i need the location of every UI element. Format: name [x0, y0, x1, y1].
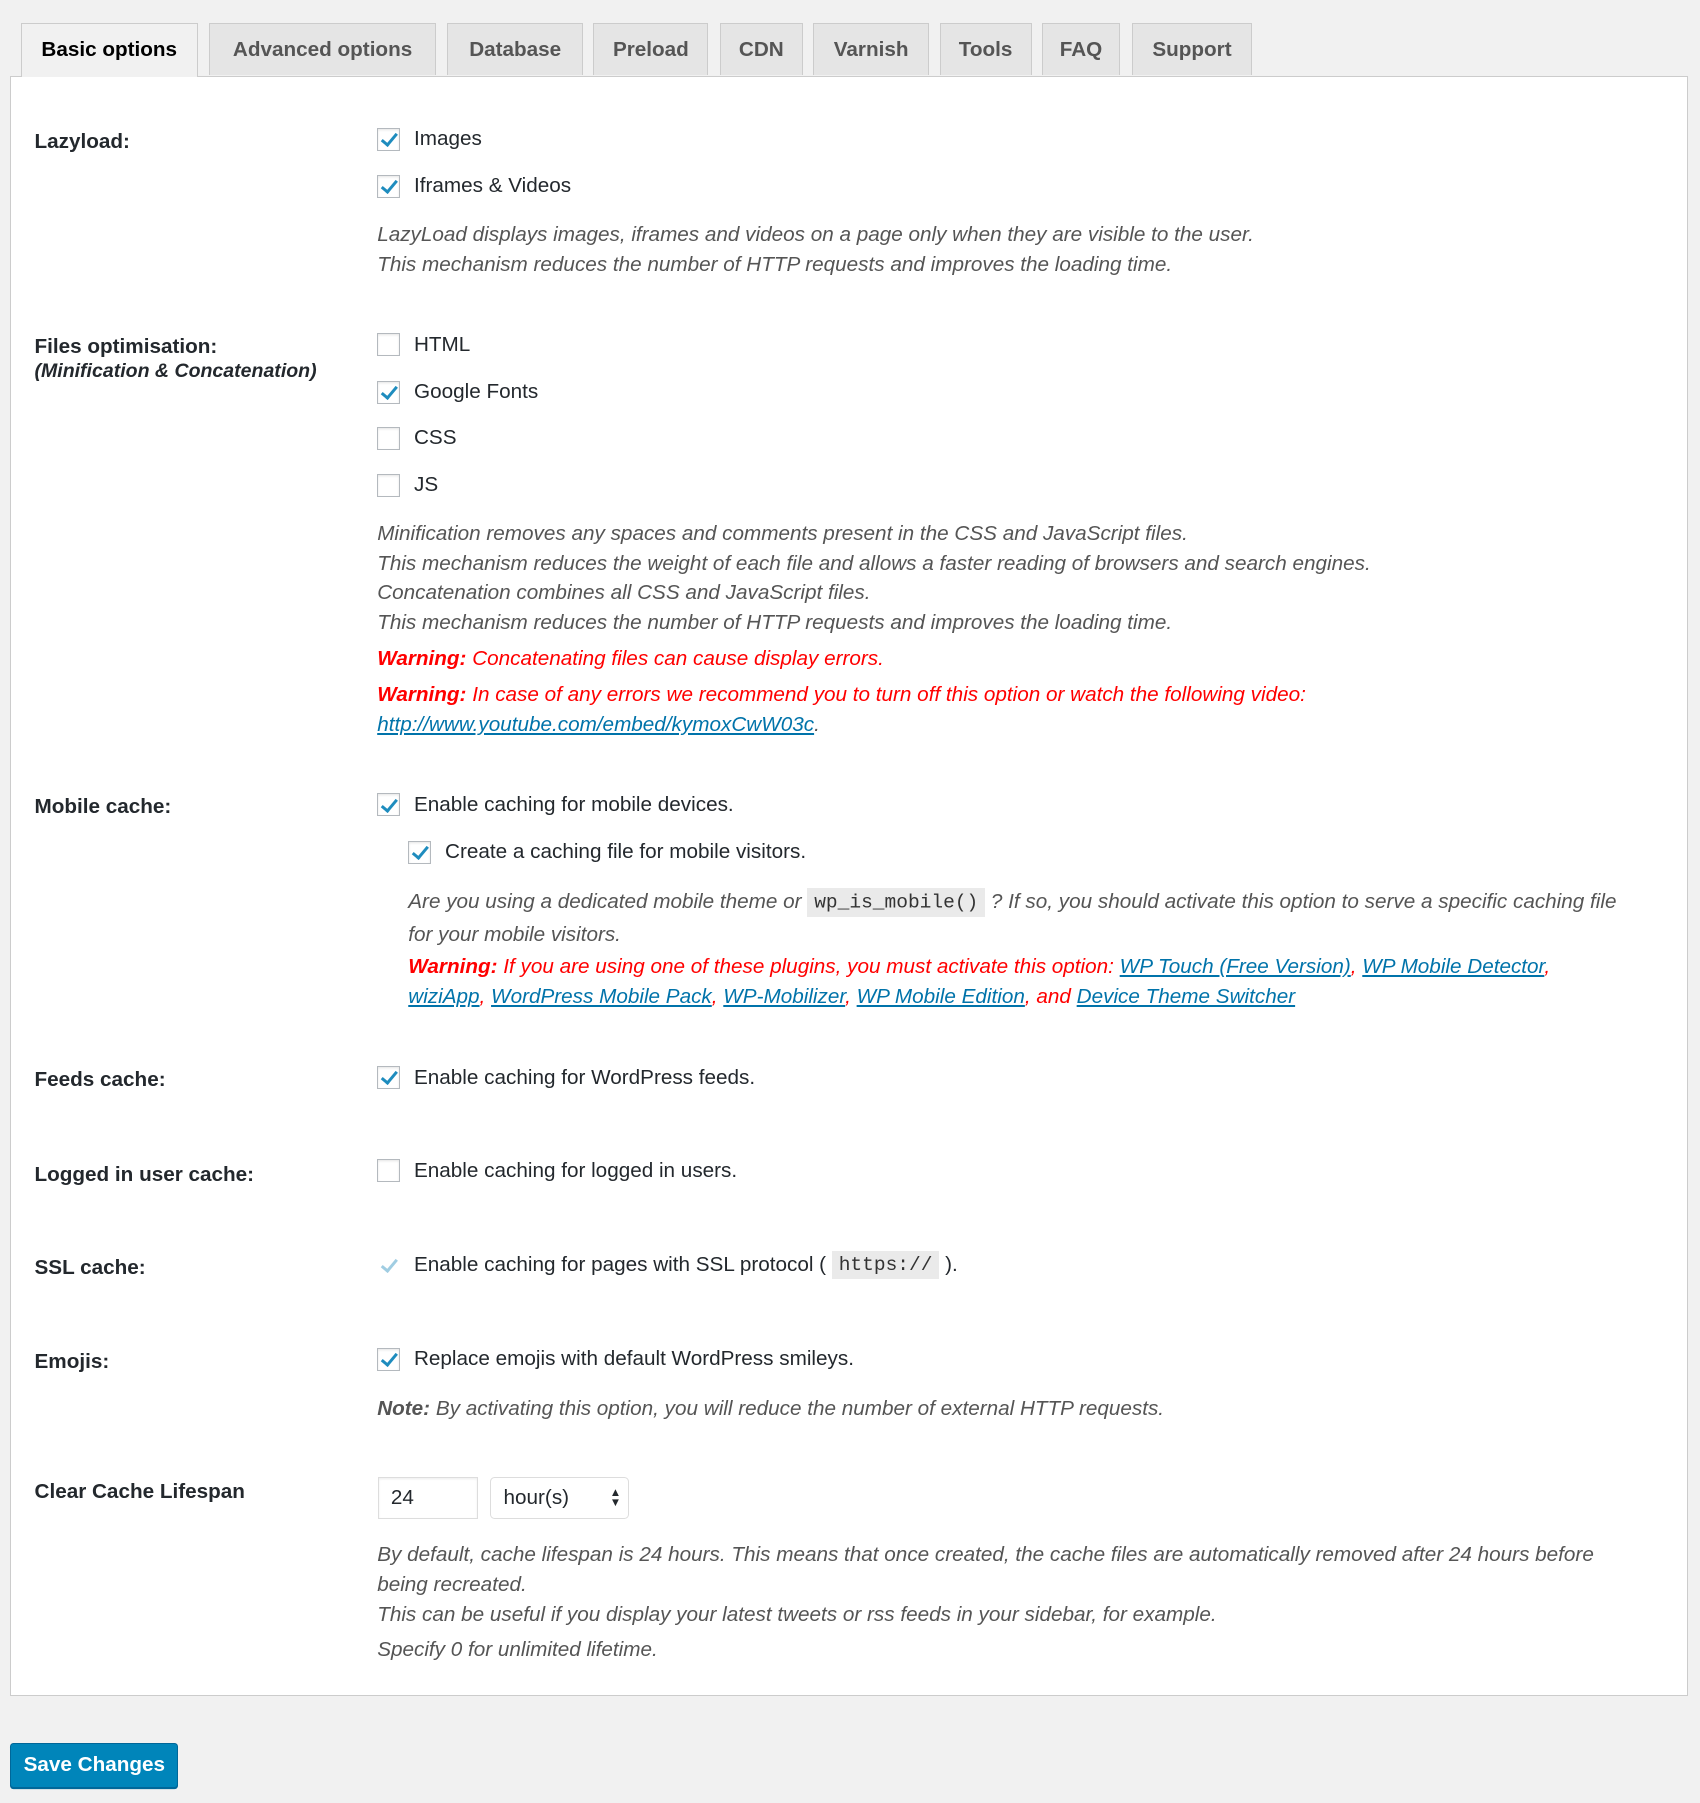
mobile-cache-label: Mobile cache: [34, 794, 172, 818]
tab-cdn[interactable]: CDN [719, 23, 803, 75]
checkbox[interactable] [377, 793, 401, 817]
emojis-label: Emojis: [34, 1349, 110, 1373]
logged-user-cache-label: Logged in user cache: [34, 1162, 255, 1186]
checkbox[interactable] [377, 127, 401, 151]
files-html-option[interactable]: HTML [377, 331, 470, 359]
tab-basic-options[interactable]: Basic options [20, 23, 198, 78]
checkbox[interactable] [377, 1066, 401, 1090]
mobile-separate-file-option[interactable]: Create a caching file for mobile visitor… [408, 838, 806, 866]
plugin-link[interactable]: WP Mobile Detector [1362, 955, 1544, 978]
lazyload-iframes-option[interactable]: Iframes & Videos [377, 173, 571, 201]
video-link[interactable]: http://www.youtube.com/embed/kymoxCwW03c [377, 713, 814, 736]
mobile-enable-option[interactable]: Enable caching for mobile devices. [377, 791, 734, 819]
files-google-fonts-option[interactable]: Google Fonts [377, 378, 538, 406]
tab-advanced-options[interactable]: Advanced options [209, 23, 436, 75]
plugin-link[interactable]: wiziApp [408, 985, 479, 1008]
plugin-link[interactable]: WP-Mobilizer [723, 985, 845, 1008]
tab-support[interactable]: Support [1131, 23, 1253, 75]
mobile-description: Are you using a dedicated mobile theme o… [408, 888, 1617, 946]
feeds-cache-label: Feeds cache: [34, 1068, 166, 1092]
tab-database[interactable]: Database [447, 23, 584, 75]
checkbox[interactable] [408, 840, 432, 864]
mobile-plugins-warning: Warning: If you are using one of these p… [408, 955, 1551, 1009]
plugin-link[interactable]: WP Mobile Edition [857, 985, 1025, 1008]
checkbox[interactable] [377, 174, 401, 198]
tab-tools[interactable]: Tools [939, 23, 1032, 75]
select-arrows-icon: ▲ ▼ [609, 1486, 622, 1510]
tab-preload[interactable]: Preload [593, 23, 709, 75]
checkbox[interactable] [377, 1159, 401, 1183]
feeds-option[interactable]: Enable caching for WordPress feeds. [377, 1064, 755, 1092]
errors-warning: In case of any errors we recommend you t… [377, 682, 1306, 736]
option-label: Iframes & Videos [413, 174, 572, 198]
checkbox[interactable] [377, 473, 401, 497]
emojis-note: Note: By activating this option, you wil… [377, 1396, 1165, 1420]
option-label: Images [413, 127, 482, 151]
tab-varnish[interactable]: Varnish [813, 23, 930, 75]
emojis-option[interactable]: Replace emojis with default WordPress sm… [377, 1346, 854, 1374]
lifespan-input[interactable]: 24 [378, 1476, 479, 1520]
plugin-link[interactable]: WP Touch (Free Version) [1120, 955, 1351, 978]
lifespan-description: By default, cache lifespan is 24 hours. … [377, 1542, 1594, 1662]
checkbox[interactable] [377, 1253, 401, 1277]
files-css-option[interactable]: CSS [377, 424, 457, 452]
plugin-link[interactable]: WordPress Mobile Pack [491, 985, 712, 1008]
files-js-option[interactable]: JS [377, 472, 438, 500]
checkbox[interactable] [377, 333, 401, 357]
lazyload-images-option[interactable]: Images [377, 125, 482, 153]
cache-lifespan-label: Clear Cache Lifespan [34, 1479, 245, 1503]
checkbox[interactable] [377, 380, 401, 404]
files-optimisation-label: Files optimisation: (Minification & Conca… [34, 334, 317, 382]
lazyload-description: LazyLoad displays images, iframes and vi… [377, 222, 1254, 276]
checkbox[interactable] [377, 426, 401, 450]
files-description: Minification removes any spaces and comm… [377, 521, 1371, 635]
plugin-link[interactable]: Device Theme Switcher [1077, 985, 1295, 1008]
ssl-cache-label: SSL cache: [34, 1255, 146, 1279]
tab-faq[interactable]: FAQ [1041, 23, 1121, 75]
concatenation-warning: Warning: Concatenating files can cause d… [377, 647, 884, 670]
checkbox[interactable] [377, 1347, 401, 1371]
logged-user-option[interactable]: Enable caching for logged in users. [377, 1157, 737, 1185]
lifespan-unit-select[interactable]: hour(s) ▲ ▼ [489, 1476, 630, 1520]
save-changes-button[interactable]: Save Changes [10, 1743, 179, 1789]
ssl-option[interactable]: Enable caching for pages with SSL protoc… [377, 1250, 958, 1280]
lazyload-label: Lazyload: [34, 129, 130, 153]
